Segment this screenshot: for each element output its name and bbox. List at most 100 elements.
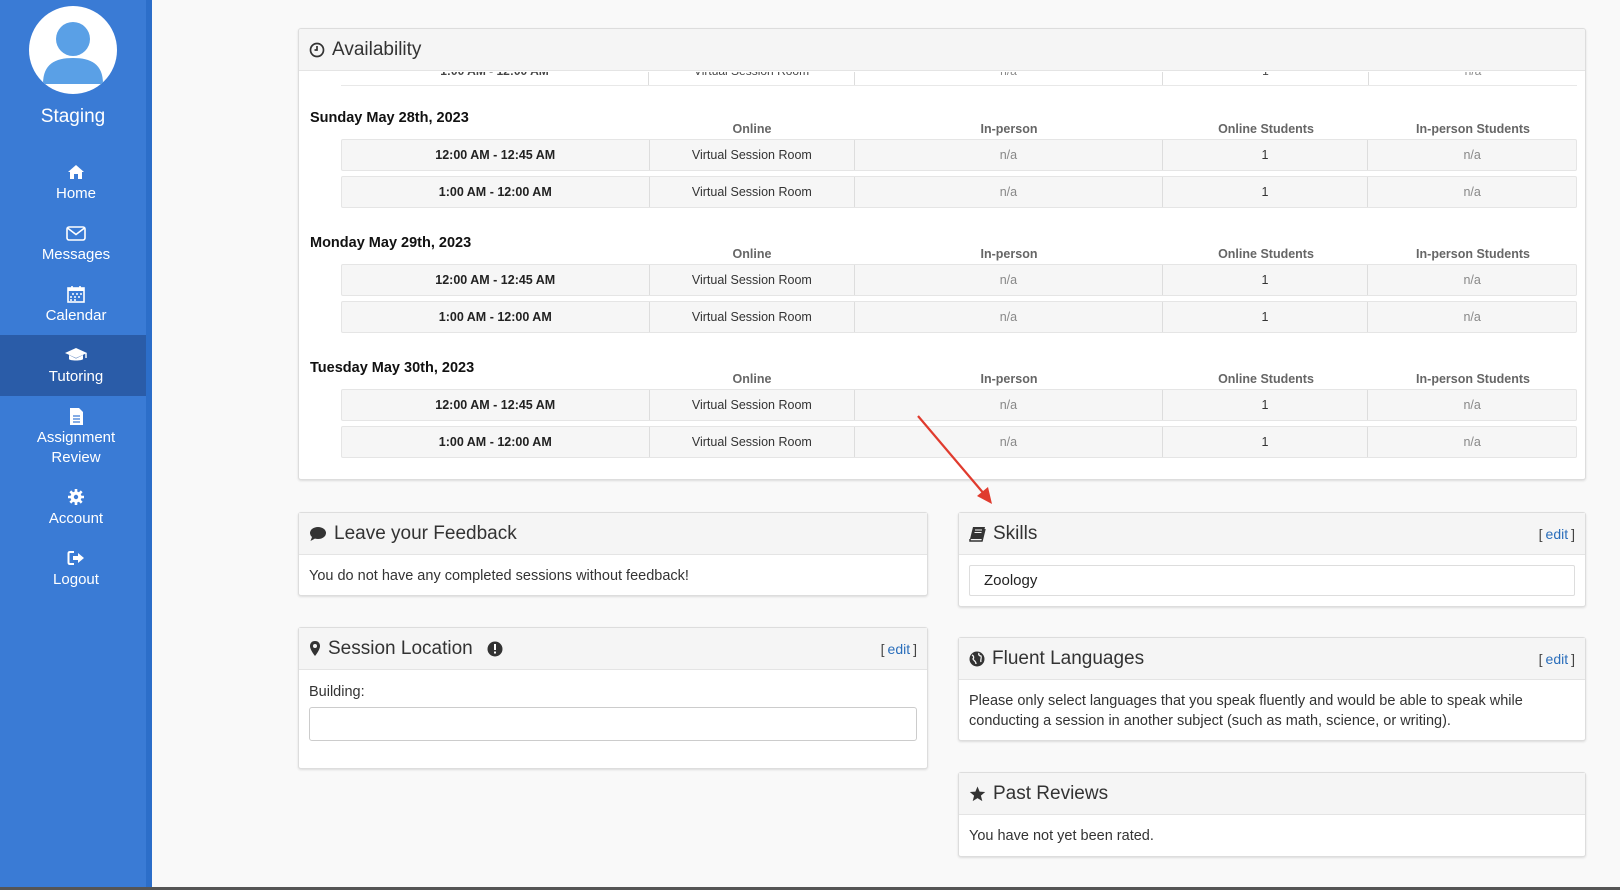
column-header-in-person-students: In-person Students [1416,372,1530,386]
slot-in-person-students: n/a [1463,148,1481,162]
slot-in-person: n/a [855,427,1163,457]
column-header-in-person: In-person [980,247,1038,261]
sidebar-item-home[interactable]: Home [0,152,152,213]
slot-time: 1:00 AM - 12:00 AM [342,177,650,207]
slot-time: 12:00 AM - 12:45 AM [342,140,650,170]
table-row[interactable]: 1:00 AM - 12:00 AM Virtual Session Room … [341,301,1577,333]
column-header-online: Online [732,122,772,136]
slot-time: 1:00 AM - 12:00 AM [342,302,650,332]
availability-scroll-area[interactable]: 1:00 AM - 12:00 AM Virtual Session Room … [299,72,1585,479]
session-location-title: Session Location [328,637,473,659]
comment-icon [309,526,327,542]
sidebar-item-account[interactable]: Account [0,477,152,538]
fluent-languages-title: Fluent Languages [992,647,1145,669]
skill-item: Zoology [969,565,1575,596]
table-row[interactable]: 12:00 AM - 12:45 AM Virtual Session Room… [341,389,1577,421]
column-header-online: Online [732,372,772,386]
sidebar-edge [146,0,152,890]
past-reviews-panel: Past Reviews You have not yet been rated… [958,772,1586,857]
sidebar-item-label-line2: Review [51,449,101,466]
languages-edit-wrapper: [edit] [1538,650,1575,667]
sidebar-nav: Home Messages Calendar Tutoring Assignme… [0,152,152,599]
slot-in-person: n/a [855,302,1163,332]
skills-title: Skills [993,522,1038,544]
sign-out-icon [67,547,85,569]
file-icon [69,405,84,427]
slot-in-person-students: n/a [1369,72,1577,85]
sidebar-item-label: Tutoring [48,368,104,385]
slot-in-person: n/a [855,140,1163,170]
sidebar-item-logout[interactable]: Logout [0,538,152,599]
slot-time: 1:00 AM - 12:00 AM [342,427,650,457]
sidebar-item-tutoring[interactable]: Tutoring [0,335,152,396]
table-row[interactable]: 1:00 AM - 12:00 AM Virtual Session Room … [341,176,1577,208]
sidebar-item-label: Home [55,185,96,202]
table-row[interactable]: 1:00 AM - 12:00 AM Virtual Session Room … [341,426,1577,458]
slot-online-students: 1 [1163,302,1369,332]
slot-online: Virtual Session Room [650,390,856,420]
slot-in-person: n/a [855,177,1163,207]
slot-in-person-students: n/a [1463,398,1481,412]
slot-online: Virtual Session Room [650,140,856,170]
column-header-online-students: Online Students [1218,372,1314,386]
building-label: Building: [309,684,365,700]
column-header-in-person: In-person [980,122,1038,136]
table-row[interactable]: 12:00 AM - 12:45 AM Virtual Session Room… [341,264,1577,296]
location-edit-link[interactable]: edit [888,641,911,657]
fluent-languages-panel: Fluent Languages [edit] Please only sele… [958,637,1586,741]
availability-title: Availability [332,38,422,60]
avatar[interactable] [29,6,117,94]
column-headers: Online In-person Online Students In-pers… [341,122,1577,136]
slot-time: 1:00 AM - 12:00 AM [341,72,649,85]
clock-icon [309,42,325,58]
slot-in-person: n/a [855,390,1163,420]
slot-in-person-students: n/a [1463,310,1481,324]
column-header-online-students: Online Students [1218,122,1314,136]
past-reviews-message: You have not yet been rated. [969,828,1154,844]
sidebar-item-calendar[interactable]: Calendar [0,274,152,335]
slot-online-students: 1 [1163,265,1369,295]
location-edit-wrapper: [edit] [880,640,917,657]
slot-online: Virtual Session Room [650,427,856,457]
slot-in-person-students: n/a [1463,185,1481,199]
sidebar-item-messages[interactable]: Messages [0,213,152,274]
column-header-online-students: Online Students [1218,247,1314,261]
star-icon [969,786,986,802]
sidebar-item-assignment-review[interactable]: Assignment Review [0,396,152,477]
column-header-in-person: In-person [980,372,1038,386]
column-header-in-person-students: In-person Students [1416,247,1530,261]
sidebar-item-label-line1: Assignment [36,429,116,446]
feedback-message: You do not have any completed sessions w… [309,568,689,584]
slot-online: Virtual Session Room [649,72,855,85]
column-header-in-person-students: In-person Students [1416,122,1530,136]
column-headers: Online In-person Online Students In-pers… [341,247,1577,261]
globe-icon [969,651,985,667]
slot-online: Virtual Session Room [650,177,856,207]
skills-panel: Skills [edit] Zoology [958,512,1586,607]
home-icon [67,161,85,183]
feedback-header: Leave your Feedback [299,513,927,555]
session-location-panel: Session Location [edit] Building: [298,627,928,769]
slot-time: 12:00 AM - 12:45 AM [342,390,650,420]
session-location-body: Building: [299,670,927,752]
skills-edit-link[interactable]: edit [1546,526,1569,542]
sidebar: Staging Home Messages Calendar Tutoring [0,0,152,890]
info-icon[interactable] [487,641,503,657]
building-input[interactable] [309,707,917,741]
slot-online-students: 1 [1163,177,1369,207]
fluent-languages-header: Fluent Languages [edit] [959,638,1585,680]
availability-header: Availability [299,29,1585,71]
slot-in-person-students: n/a [1463,435,1481,449]
table-row: 1:00 AM - 12:00 AM Virtual Session Room … [341,72,1577,86]
feedback-panel: Leave your Feedback You do not have any … [298,512,928,596]
slot-in-person-students: n/a [1463,273,1481,287]
languages-edit-link[interactable]: edit [1546,651,1569,667]
graduation-cap-icon [64,344,88,366]
past-reviews-title: Past Reviews [993,782,1109,804]
slot-in-person: n/a [855,72,1163,85]
book-icon [969,526,986,542]
availability-panel: Availability 1:00 AM - 12:00 AM Virtual … [298,28,1586,480]
table-row[interactable]: 12:00 AM - 12:45 AM Virtual Session Room… [341,139,1577,171]
skills-header: Skills [edit] [959,513,1585,555]
slot-online-students: 1 [1163,140,1369,170]
